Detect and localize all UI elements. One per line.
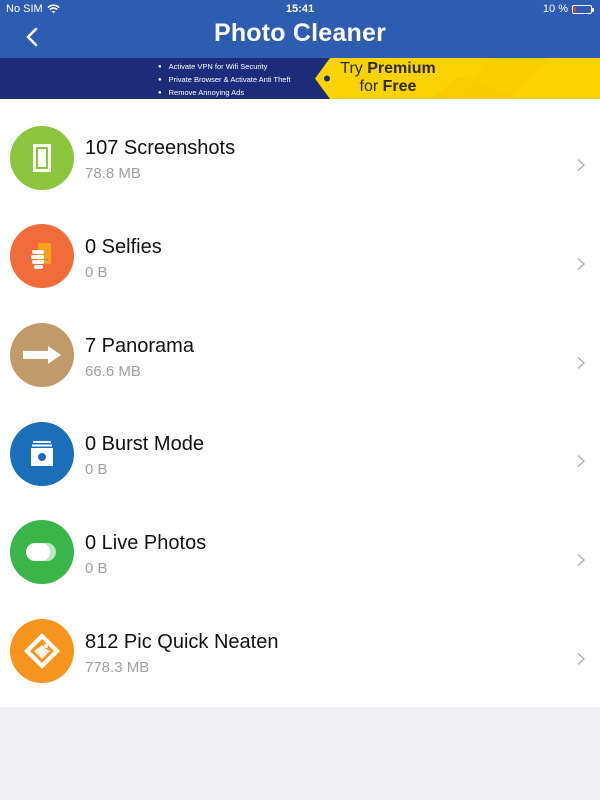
chevron-right-icon: [577, 158, 586, 172]
battery-icon: [572, 4, 594, 14]
selfie-hand-icon: [31, 243, 51, 269]
list-item-selfies[interactable]: 0 Selfies 0 B: [0, 198, 600, 297]
item-size: 0 B: [85, 560, 108, 577]
list-item-screenshots[interactable]: 107 Screenshots 78.8 MB: [0, 99, 600, 198]
promo-free: Free: [382, 78, 417, 95]
screenshot-icon-circle: [10, 126, 74, 190]
status-right: 10 %: [542, 3, 594, 15]
item-size: 0 B: [85, 461, 108, 478]
selfie-icon-circle: [10, 224, 74, 288]
item-size: 66.6 MB: [85, 363, 141, 380]
chevron-right-icon: [577, 454, 586, 468]
battery-percent: 10 %: [542, 3, 568, 15]
burst-mode-icon-circle: [10, 422, 74, 486]
item-title: 7 Panorama: [85, 335, 194, 357]
banner-feature: Remove Annoying Ads: [158, 87, 291, 99]
panorama-arrow-icon: [23, 346, 61, 364]
promo-premium: Premium: [367, 60, 436, 77]
banner-feature: Private Browser & Activate Anti Theft: [158, 74, 291, 87]
banner-feature-list: Activate VPN for Wifi Security Private B…: [158, 61, 291, 99]
item-size: 78.8 MB: [85, 165, 141, 182]
battery-fill: [574, 6, 576, 12]
list-item-quick-neaten[interactable]: 812 Pic Quick Neaten 778.3 MB: [0, 593, 600, 692]
burst-mode-icon: [31, 441, 53, 466]
panorama-icon-circle: [10, 323, 74, 387]
item-size: 0 B: [85, 264, 108, 281]
item-size: 778.3 MB: [85, 659, 150, 676]
promo-banner[interactable]: Activate VPN for Wifi Security Private B…: [0, 58, 600, 99]
promo-text: Try Premium for Free: [328, 60, 448, 96]
header-bar: No SIM 15:41 10 % Photo Cleaner: [0, 0, 600, 58]
chevron-right-icon: [577, 553, 586, 567]
quick-neaten-icon-circle: [10, 619, 74, 683]
page-title: Photo Cleaner: [213, 19, 387, 47]
nav-bar: Photo Cleaner: [0, 18, 600, 58]
live-photos-icon: [26, 543, 56, 561]
chevron-right-icon: [577, 652, 586, 666]
banner-feature: Activate VPN for Wifi Security: [158, 61, 291, 74]
item-title: 0 Selfies: [85, 236, 162, 258]
item-title: 0 Burst Mode: [85, 433, 204, 455]
category-list: 107 Screenshots 78.8 MB 0 Selfies 0 B 7 …: [0, 99, 600, 707]
chevron-right-icon: [577, 257, 586, 271]
item-title: 107 Screenshots: [85, 137, 236, 159]
list-item-panorama[interactable]: 7 Panorama 66.6 MB: [0, 297, 600, 396]
item-title: 0 Live Photos: [85, 532, 207, 554]
list-item-live-photos[interactable]: 0 Live Photos 0 B: [0, 494, 600, 593]
screenshot-icon: [33, 144, 51, 172]
chevron-right-icon: [577, 356, 586, 370]
list-item-burst-mode[interactable]: 0 Burst Mode 0 B: [0, 395, 600, 494]
status-time: 15:41: [285, 3, 315, 15]
status-bar: No SIM 15:41 10 %: [0, 0, 600, 18]
live-photos-icon-circle: [10, 520, 74, 584]
promo-for: for: [359, 78, 379, 95]
item-title: 812 Pic Quick Neaten: [85, 631, 279, 653]
promo-try: Try: [340, 60, 363, 77]
quick-neaten-icon: [24, 633, 60, 669]
